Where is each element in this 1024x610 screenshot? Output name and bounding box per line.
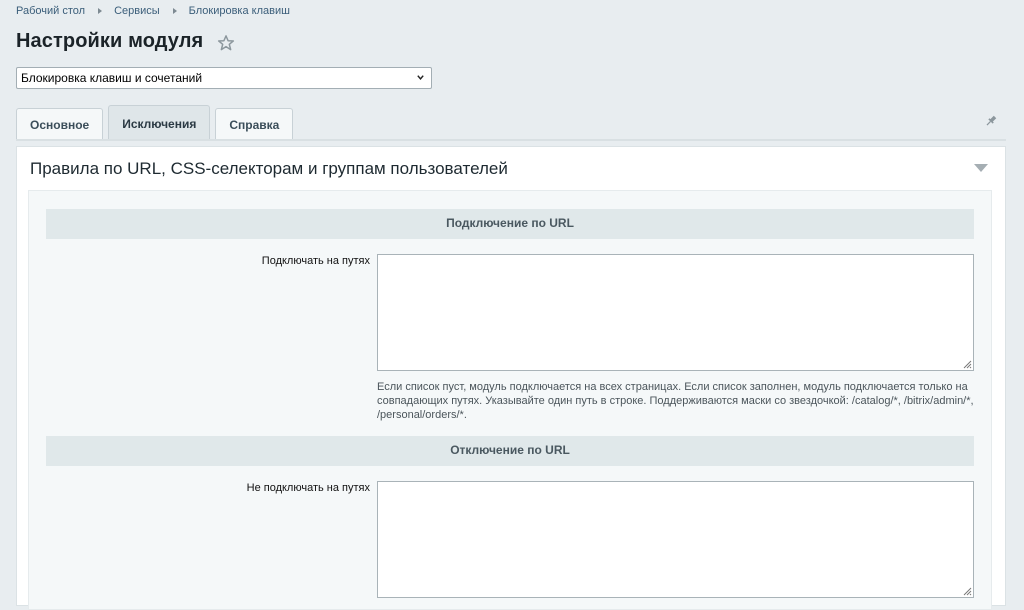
- resize-grip-icon[interactable]: [962, 359, 972, 369]
- include-paths-textarea[interactable]: [377, 254, 974, 371]
- tab-bar: Основное Исключения Справка: [16, 105, 298, 139]
- page-title: Настройки модуля: [16, 30, 204, 52]
- module-select[interactable]: Блокировка клавиш и сочетаний: [16, 67, 432, 89]
- module-select-value: Блокировка клавиш и сочетаний: [21, 71, 203, 85]
- breadcrumb: Рабочий стол Сервисы Блокировка клавиш: [16, 5, 290, 17]
- include-paths-label: Подключать на путях: [261, 255, 370, 267]
- rules-panel: Правила по URL, CSS-селекторам и группам…: [16, 146, 1006, 610]
- include-paths-hint: Если список пуст, модуль подключается на…: [377, 381, 974, 421]
- breadcrumb-separator-icon: [98, 8, 103, 14]
- tab-exceptions[interactable]: Исключения: [108, 105, 211, 139]
- breadcrumb-item-desktop[interactable]: Рабочий стол: [16, 5, 85, 17]
- triangle-down-icon[interactable]: [974, 164, 988, 172]
- pin-icon[interactable]: [984, 114, 998, 128]
- breadcrumb-separator-icon: [172, 8, 177, 14]
- section-heading-exclude: Отключение по URL: [46, 436, 974, 466]
- exclude-paths-textarea[interactable]: [377, 481, 974, 598]
- rules-form: Подключение по URL Подключать на путях Е…: [28, 190, 992, 610]
- tab-general[interactable]: Основное: [16, 108, 104, 139]
- resize-grip-icon[interactable]: [962, 586, 972, 596]
- exclude-paths-label: Не подключать на путях: [246, 482, 370, 494]
- tab-help[interactable]: Справка: [215, 108, 294, 139]
- panel-title: Правила по URL, CSS-селекторам и группам…: [30, 159, 508, 178]
- page-header: Настройки модуля: [16, 30, 235, 53]
- tab-divider: [16, 139, 1006, 141]
- breadcrumb-item-services[interactable]: Сервисы: [114, 5, 160, 17]
- section-heading-include: Подключение по URL: [46, 209, 974, 239]
- star-icon[interactable]: [217, 34, 235, 52]
- chevron-down-icon: [417, 75, 424, 80]
- breadcrumb-item-key-lock[interactable]: Блокировка клавиш: [189, 5, 290, 17]
